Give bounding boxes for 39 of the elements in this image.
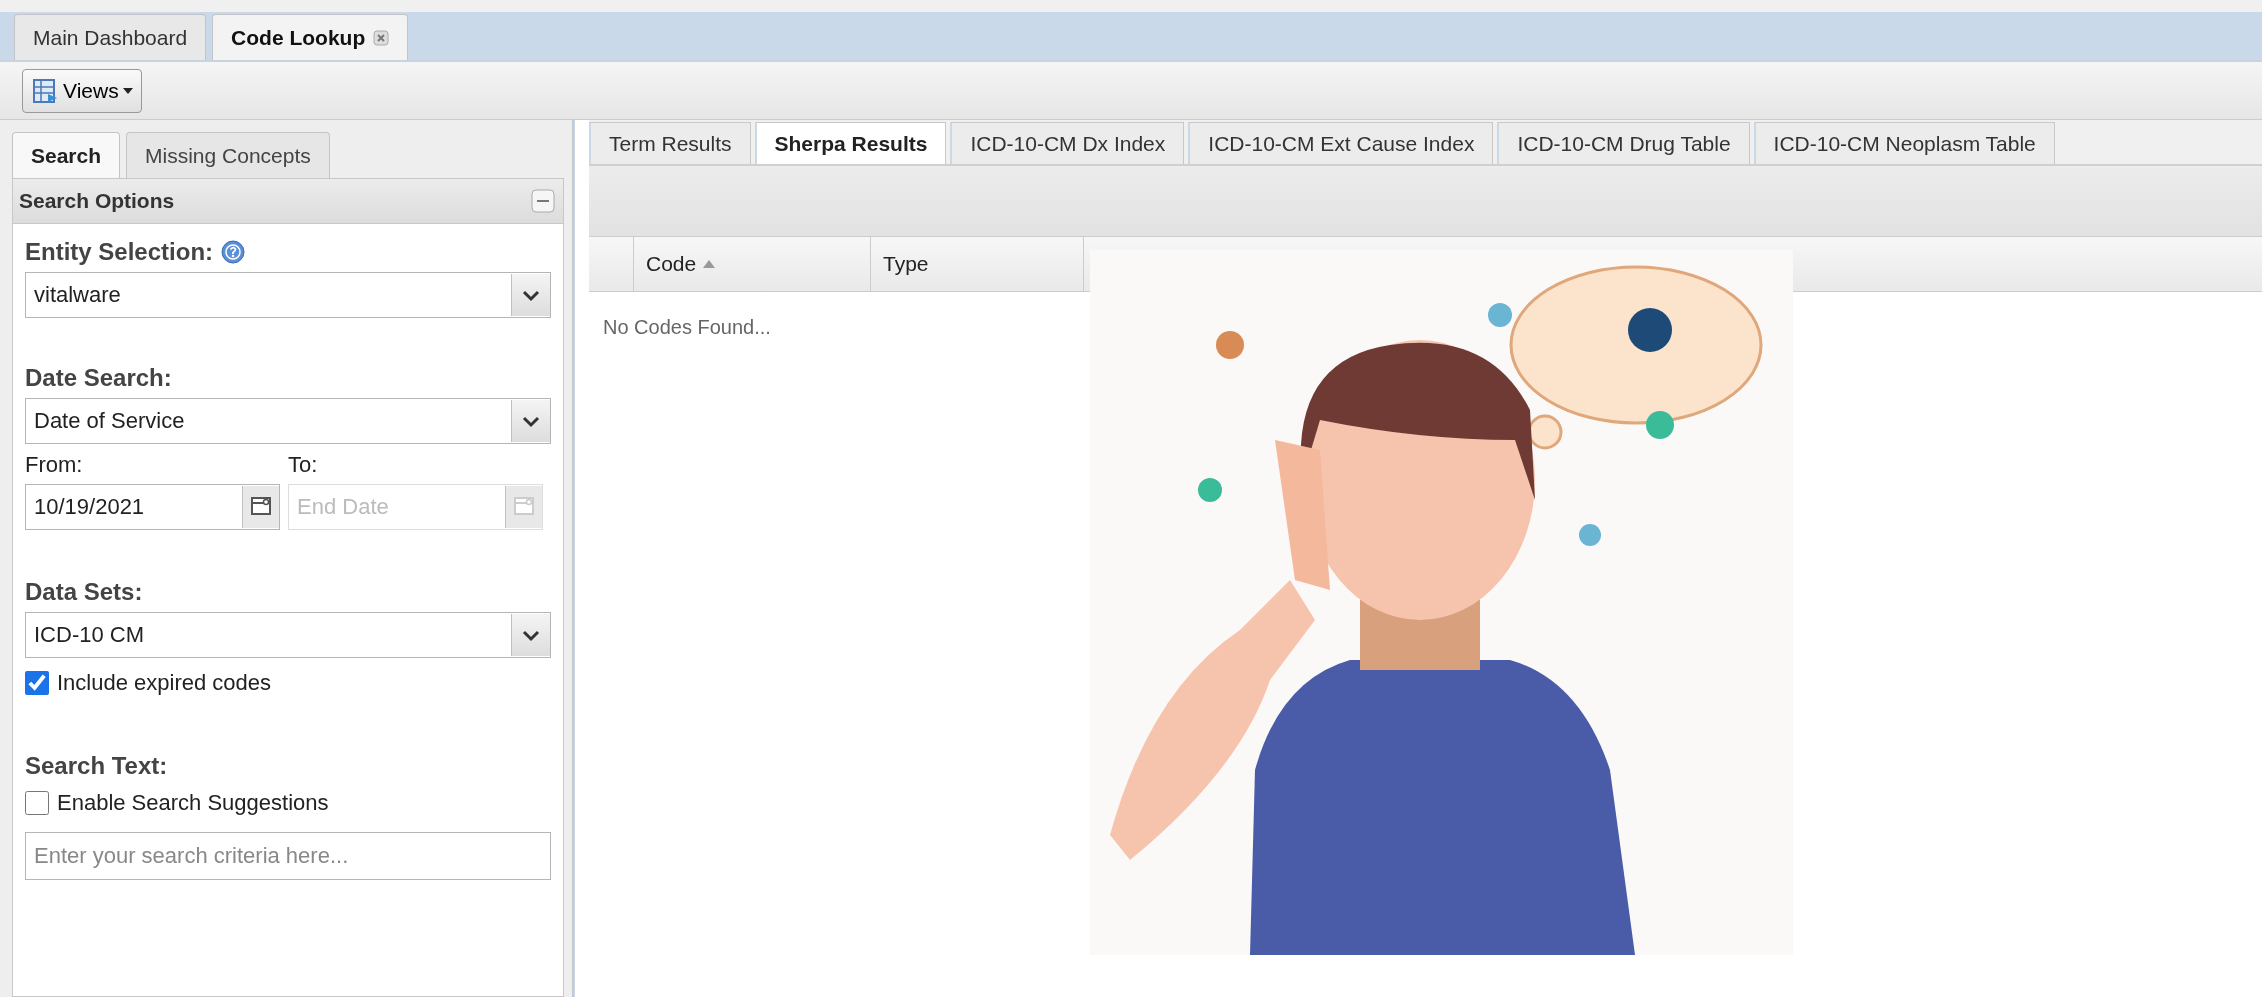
results-tab[interactable]: ICD-10-CM Drug Table (1497, 122, 1750, 164)
date-search-dropdown[interactable]: Date of Service (25, 398, 551, 444)
results-tab[interactable]: Term Results (589, 122, 751, 164)
results-tab[interactable]: ICD-10-CM Dx Index (950, 122, 1185, 164)
data-sets-dropdown[interactable]: ICD-10 CM (25, 612, 551, 658)
column-header[interactable]: Type (871, 237, 1084, 291)
field-label: Date Search: (25, 364, 172, 392)
checkbox[interactable] (25, 671, 49, 695)
checkbox-label: Enable Search Suggestions (57, 790, 329, 816)
caret-icon[interactable] (511, 614, 550, 656)
caret-icon[interactable] (511, 400, 550, 442)
collapse-icon[interactable] (531, 189, 555, 213)
checkbox-label: Include expired codes (57, 670, 272, 696)
window-tab[interactable]: Code Lookup (212, 14, 409, 60)
date-field[interactable]: 10/19/2021 (25, 484, 280, 530)
results-tab[interactable]: ICD-10-CM Ext Cause Index (1188, 122, 1494, 164)
table-icon (31, 76, 59, 105)
field-label: Data Sets: (25, 578, 143, 606)
close-icon[interactable] (373, 29, 390, 46)
calendar-icon[interactable] (242, 486, 279, 528)
help-icon[interactable] (221, 240, 246, 264)
field-label: Search Text: (25, 752, 168, 780)
empty-message: No Codes Found... (602, 315, 772, 339)
views-button[interactable]: Views (22, 68, 142, 113)
results-tab[interactable]: Sherpa Results (754, 122, 947, 164)
entity-dropdown[interactable]: vitalware (25, 272, 551, 318)
checkbox[interactable] (25, 791, 49, 815)
field-label: To: (288, 452, 319, 478)
field-label: From: (25, 452, 84, 478)
panel-tab[interactable]: Search (12, 132, 121, 178)
panel-tab[interactable]: Missing Concepts (126, 132, 330, 178)
caret-icon[interactable] (511, 274, 550, 316)
results-tab[interactable]: ICD-10-CM Neoplasm Table (1753, 122, 2055, 164)
search-field[interactable]: Enter your search criteria here... (25, 832, 551, 880)
field-label: Entity Selection: (25, 238, 214, 266)
window-tab[interactable]: Main Dashboard (14, 14, 207, 60)
panel-title: Search Options (19, 189, 175, 213)
caret-icon (122, 86, 133, 95)
column-header[interactable]: Code (634, 237, 871, 291)
